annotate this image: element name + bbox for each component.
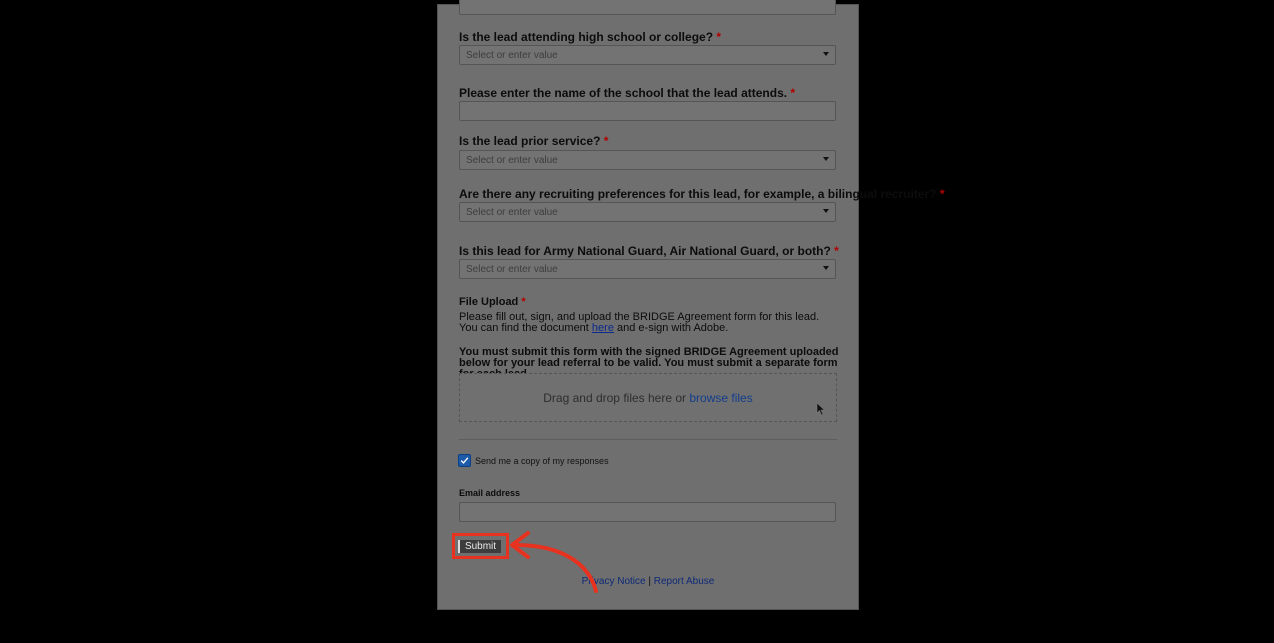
browse-files-link[interactable]: browse files bbox=[689, 391, 752, 405]
dropzone-text: Drag and drop files here or browse files bbox=[543, 391, 753, 405]
required-mark: * bbox=[716, 30, 722, 44]
section-divider bbox=[459, 439, 837, 440]
required-mark: * bbox=[834, 244, 839, 258]
prior-service-select[interactable]: Select or enter value bbox=[459, 150, 836, 170]
school-name-label: Please enter the name of the school that… bbox=[459, 86, 796, 100]
submit-highlight-annotation: Submit bbox=[452, 533, 509, 559]
send-copy-label: Send me a copy of my responses bbox=[475, 456, 609, 466]
email-input[interactable] bbox=[459, 502, 836, 522]
report-abuse-link[interactable]: Report Abuse bbox=[654, 576, 715, 587]
required-mark: * bbox=[521, 296, 526, 308]
prior-service-placeholder: Select or enter value bbox=[466, 155, 558, 166]
recruiting-pref-placeholder: Select or enter value bbox=[466, 207, 558, 218]
submit-button[interactable]: Submit bbox=[460, 540, 501, 553]
required-mark: * bbox=[939, 187, 945, 201]
chevron-down-icon bbox=[823, 266, 829, 270]
footer: Privacy Notice | Report Abuse bbox=[438, 576, 858, 587]
bridge-document-link[interactable]: here bbox=[592, 322, 614, 334]
email-label: Email address bbox=[459, 488, 521, 498]
page: Is the lead attending high school or col… bbox=[6, 0, 1274, 643]
guard-type-placeholder: Select or enter value bbox=[466, 264, 558, 275]
privacy-notice-link[interactable]: Privacy Notice bbox=[582, 576, 646, 587]
guard-type-label: Is this lead for Army National Guard, Ai… bbox=[459, 244, 839, 258]
required-mark: * bbox=[790, 86, 796, 100]
file-dropzone[interactable]: Drag and drop files here or browse files bbox=[459, 373, 837, 422]
send-copy-checkbox[interactable] bbox=[458, 454, 471, 467]
required-mark: * bbox=[603, 134, 609, 148]
mouse-pointer-icon bbox=[816, 402, 826, 416]
chevron-down-icon bbox=[823, 157, 829, 161]
school-level-label: Is the lead attending high school or col… bbox=[459, 30, 722, 44]
school-level-select[interactable]: Select or enter value bbox=[459, 45, 836, 65]
form-panel: Is the lead attending high school or col… bbox=[438, 0, 945, 609]
prior-service-label: Is the lead prior service? * bbox=[459, 134, 609, 148]
recruiting-pref-select[interactable]: Select or enter value bbox=[459, 202, 836, 222]
chevron-down-icon bbox=[823, 52, 829, 56]
checkmark-icon bbox=[460, 457, 469, 464]
footer-separator: | bbox=[648, 576, 651, 587]
previous-field-input[interactable] bbox=[459, 0, 836, 15]
guard-type-select[interactable]: Select or enter value bbox=[459, 259, 836, 279]
recruiting-pref-label: Are there any recruiting preferences for… bbox=[459, 187, 945, 201]
file-upload-label: File Upload * bbox=[459, 296, 526, 308]
school-name-input[interactable] bbox=[459, 101, 836, 121]
file-upload-instructions: Please fill out, sign, and upload the BR… bbox=[459, 311, 820, 334]
school-level-placeholder: Select or enter value bbox=[466, 50, 558, 61]
chevron-down-icon bbox=[823, 209, 829, 213]
